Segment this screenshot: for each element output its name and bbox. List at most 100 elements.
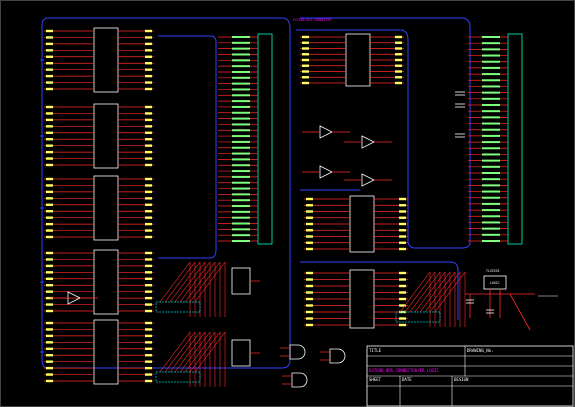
net-label <box>145 235 152 239</box>
net-label <box>46 258 53 261</box>
net-label <box>46 379 53 383</box>
pin-label <box>232 152 250 155</box>
net-label <box>306 241 313 244</box>
net-label <box>306 235 313 238</box>
net-label <box>145 210 152 213</box>
net-label <box>46 138 53 141</box>
pin-label <box>232 53 250 56</box>
net-label <box>46 229 53 232</box>
net-label <box>145 62 152 65</box>
pin-label <box>482 116 500 119</box>
pin-label <box>482 172 500 174</box>
pin-label <box>232 187 250 190</box>
bus-connector-right <box>507 33 523 245</box>
net-label <box>145 203 152 206</box>
net-label <box>145 190 152 194</box>
net-label <box>46 42 53 46</box>
pin-label <box>482 73 500 76</box>
pin-label <box>482 36 500 38</box>
logic-gate <box>291 372 308 388</box>
net-label <box>46 251 53 255</box>
net-label <box>145 360 152 363</box>
fan-wire <box>169 331 201 373</box>
net-label <box>395 64 402 67</box>
net-label <box>395 70 402 73</box>
net-label <box>46 184 53 187</box>
pin-label <box>232 94 250 97</box>
net-label <box>306 291 313 294</box>
net-label <box>399 241 406 244</box>
net-label <box>399 216 406 219</box>
net-label <box>145 341 152 344</box>
net-label <box>46 303 53 306</box>
net-label <box>145 309 152 313</box>
logic-ic <box>93 27 119 93</box>
net-label <box>306 278 313 281</box>
pin-label <box>482 240 500 242</box>
pin-label <box>482 153 500 156</box>
net-label <box>302 35 309 39</box>
regulator-sub-label: LOGIC <box>490 281 500 285</box>
net-label <box>306 204 313 207</box>
fan-wire <box>164 331 196 373</box>
logic-ic <box>93 249 119 315</box>
net-label <box>145 138 152 141</box>
net-label <box>46 341 53 344</box>
bus-outline-left <box>41 17 291 369</box>
net-label <box>145 251 152 255</box>
pin-label <box>482 141 500 144</box>
generated-components <box>40 27 523 388</box>
pin-label <box>232 222 250 225</box>
net-label <box>46 264 53 268</box>
net-label <box>46 118 53 122</box>
net-label <box>145 36 152 39</box>
net-label <box>399 271 406 275</box>
net-label <box>145 296 152 300</box>
net-label <box>46 373 53 376</box>
date-label: DATE <box>402 377 412 382</box>
net-label <box>46 290 53 293</box>
voltage-regulator: TLV2333 LOGIC <box>465 269 558 331</box>
net-label <box>395 76 402 79</box>
net-label <box>306 284 313 288</box>
pin-label <box>232 199 250 202</box>
net-label <box>145 354 152 357</box>
net-label <box>145 379 152 383</box>
pin-label <box>232 59 250 62</box>
net-label <box>145 87 152 91</box>
logic-ic <box>345 33 371 87</box>
net-label <box>46 366 53 370</box>
net-label <box>399 323 406 327</box>
net-label <box>46 177 53 181</box>
net-label <box>399 297 406 301</box>
net-label <box>306 310 313 314</box>
net-label <box>399 247 406 251</box>
pin-label <box>482 165 500 168</box>
net-label <box>46 55 53 58</box>
pin-label <box>232 216 250 219</box>
pin-label <box>232 76 250 79</box>
net-label <box>145 222 152 226</box>
net-label <box>306 229 313 232</box>
net-label <box>306 197 313 201</box>
buffer-gate <box>361 135 375 149</box>
pin-label <box>232 205 250 208</box>
title-block: TITLE DRAWING_No. EXTEND_BUS_CONNECTOR/E… <box>366 345 574 407</box>
net-label <box>46 197 53 200</box>
net-label <box>145 112 152 115</box>
net-label <box>145 29 152 33</box>
net-label <box>46 150 53 154</box>
pin-label <box>232 158 250 161</box>
net-label <box>145 290 152 293</box>
design-label: DESIGN <box>454 377 469 382</box>
net-label <box>145 74 152 78</box>
net-label <box>46 271 53 274</box>
pin-label <box>232 41 250 44</box>
net-label <box>145 125 152 128</box>
net-label <box>302 58 309 62</box>
buffer-gate <box>319 165 333 179</box>
net-label <box>145 321 152 325</box>
net-label <box>46 112 53 115</box>
fan-wire <box>404 271 436 313</box>
logic-ic <box>93 319 119 385</box>
